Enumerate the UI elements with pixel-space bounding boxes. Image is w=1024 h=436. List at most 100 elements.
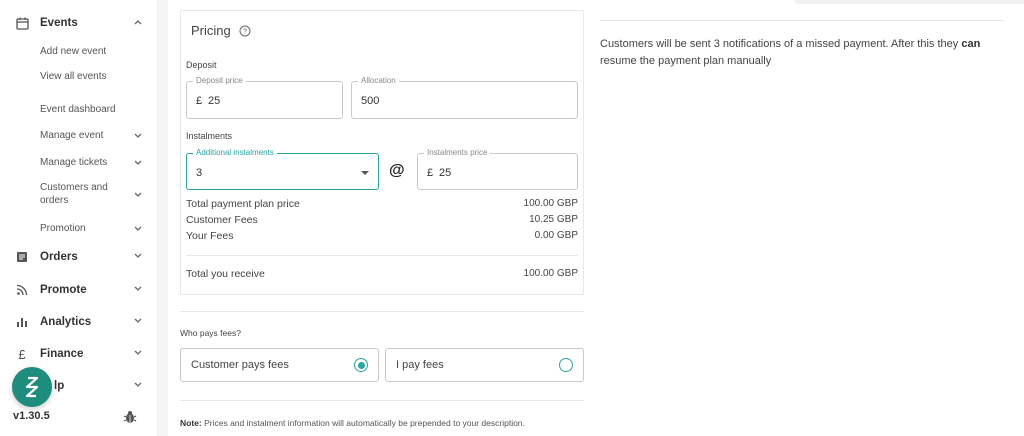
total-row: Total you receive 100.00 GBP <box>186 268 578 280</box>
nav-manage-tickets[interactable]: Manage tickets <box>40 156 144 169</box>
instalments-price-field[interactable]: Instalments price £ 25 <box>417 148 578 190</box>
brand-logo-icon <box>25 376 39 398</box>
allocation-label: Allocation <box>358 76 399 85</box>
chevron-down-icon[interactable] <box>132 347 144 359</box>
orders-icon <box>14 249 30 265</box>
radio-unselected[interactable] <box>559 358 573 372</box>
pricing-title-label: Pricing <box>191 23 231 38</box>
nav-manage-event-label: Manage event <box>40 130 104 141</box>
nav-finance[interactable]: £ Finance <box>14 343 144 365</box>
info-text-part: resume the payment plan manually <box>600 55 772 67</box>
instalments-price-value: 25 <box>439 167 452 179</box>
nav-finance-label: Finance <box>40 348 84 360</box>
summary-label: Customer Fees <box>186 214 258 226</box>
nav-events-label: Events <box>40 17 78 29</box>
pricing-panel: Pricing ? Deposit Deposit price £ 25 All… <box>168 0 596 436</box>
customer-pays-fees-option[interactable]: Customer pays fees <box>180 348 379 382</box>
nav-manage-tickets-label: Manage tickets <box>40 157 108 168</box>
summary-value: 0.00 GBP <box>534 230 578 241</box>
svg-text:?: ? <box>243 26 247 35</box>
nav-customers-and-orders-label: Customers and orders <box>40 182 108 206</box>
summary-row: Total payment plan price 100.00 GBP <box>186 198 578 210</box>
top-strip <box>794 0 1024 4</box>
nav-promotion-label: Promotion <box>40 223 86 234</box>
chevron-down-icon[interactable] <box>132 315 144 327</box>
deposit-section-label: Deposit <box>186 60 217 70</box>
info-text-bold: can <box>961 38 981 50</box>
note-prefix: Note: <box>180 418 202 428</box>
dropdown-arrow-icon <box>361 171 369 175</box>
additional-instalments-label: Additional instalments <box>193 148 277 157</box>
nav-analytics[interactable]: Analytics <box>14 311 144 333</box>
nav-manage-event[interactable]: Manage event <box>40 129 144 142</box>
nav-add-new-event[interactable]: Add new event <box>40 45 144 58</box>
chevron-down-icon[interactable] <box>132 283 144 295</box>
deposit-price-value: 25 <box>208 95 221 107</box>
total-value: 100.00 GBP <box>523 268 578 279</box>
missed-payment-info: Customers will be sent 3 notifications o… <box>600 36 1000 70</box>
summary-value: 10.25 GBP <box>529 214 578 225</box>
instalments-price-label: Instalments price <box>424 148 491 157</box>
chevron-down-icon[interactable] <box>132 250 144 262</box>
radio-selected[interactable] <box>354 358 368 372</box>
info-divider <box>600 20 1004 21</box>
note-text: Note: Prices and instalment information … <box>180 418 525 428</box>
nav-promote[interactable]: Promote <box>14 279 144 301</box>
summary-label: Total payment plan price <box>186 198 300 210</box>
instalments-currency: £ <box>427 167 434 179</box>
radio-dot <box>357 361 365 369</box>
nav-help-label: lp <box>54 380 65 392</box>
nav-orders[interactable]: Orders <box>14 246 144 268</box>
i-pay-fees-label: I pay fees <box>396 359 444 371</box>
chevron-down-icon[interactable] <box>132 223 144 235</box>
nav-promotion[interactable]: Promotion <box>40 222 144 235</box>
nav-orders-label: Orders <box>40 251 78 263</box>
at-symbol: @ <box>389 162 405 179</box>
deposit-price-field[interactable]: Deposit price £ 25 <box>186 76 343 119</box>
question-circle-icon[interactable]: ? <box>239 25 251 37</box>
nav-add-new-event-label: Add new event <box>40 46 107 57</box>
chevron-down-icon[interactable] <box>132 189 144 201</box>
nav-events[interactable]: Events <box>14 12 144 34</box>
nav-customers-and-orders[interactable]: Customers and orders <box>40 181 120 207</box>
info-panel: Customers will be sent 3 notifications o… <box>596 0 1024 436</box>
note-body: Prices and instalment information will a… <box>201 418 525 428</box>
nav-analytics-label: Analytics <box>40 316 92 328</box>
nav-event-dashboard[interactable]: Event dashboard <box>40 103 144 116</box>
summary-label: Your Fees <box>186 230 234 242</box>
info-text-part: Customers will be sent 3 notifications o… <box>600 38 962 50</box>
summary-value: 100.00 GBP <box>523 198 578 209</box>
chevron-up-icon[interactable] <box>132 16 144 28</box>
additional-instalments-select[interactable]: Additional instalments 3 <box>186 148 379 190</box>
pricing-title: Pricing ? <box>191 23 251 38</box>
pound-icon: £ <box>18 346 26 362</box>
chevron-down-icon[interactable] <box>132 130 144 142</box>
summary-row: Customer Fees 10.25 GBP <box>186 214 578 226</box>
summary-row: Your Fees 0.00 GBP <box>186 230 578 242</box>
customer-pays-fees-label: Customer pays fees <box>191 359 289 371</box>
bug-report-icon[interactable] <box>123 410 137 424</box>
allocation-field[interactable]: Allocation 500 <box>351 76 578 119</box>
rss-icon <box>14 282 30 298</box>
sidebar: Events Add new event View all events Eve… <box>0 0 158 436</box>
allocation-value: 500 <box>361 95 380 107</box>
version-label: v1.30.5 <box>13 410 50 422</box>
nav-view-all-events-label: View all events <box>40 71 107 82</box>
i-pay-fees-option[interactable]: I pay fees <box>385 348 584 382</box>
instalments-section-label: Instalments <box>186 131 233 141</box>
deposit-price-label: Deposit price <box>193 76 246 85</box>
calendar-icon <box>14 15 30 31</box>
total-label: Total you receive <box>186 268 265 280</box>
bar-chart-icon <box>14 314 30 330</box>
chevron-down-icon[interactable] <box>132 379 144 391</box>
who-pays-fees-label: Who pays fees? <box>180 328 241 338</box>
nav-view-all-events[interactable]: View all events <box>40 70 144 83</box>
section-divider <box>180 311 584 312</box>
nav-event-dashboard-label: Event dashboard <box>40 104 116 115</box>
chevron-down-icon[interactable] <box>132 157 144 169</box>
deposit-currency: £ <box>196 95 203 107</box>
note-divider <box>180 400 584 401</box>
additional-instalments-value: 3 <box>196 167 203 179</box>
nav-promote-label: Promote <box>40 284 87 296</box>
brand-logo-button[interactable] <box>12 367 52 407</box>
